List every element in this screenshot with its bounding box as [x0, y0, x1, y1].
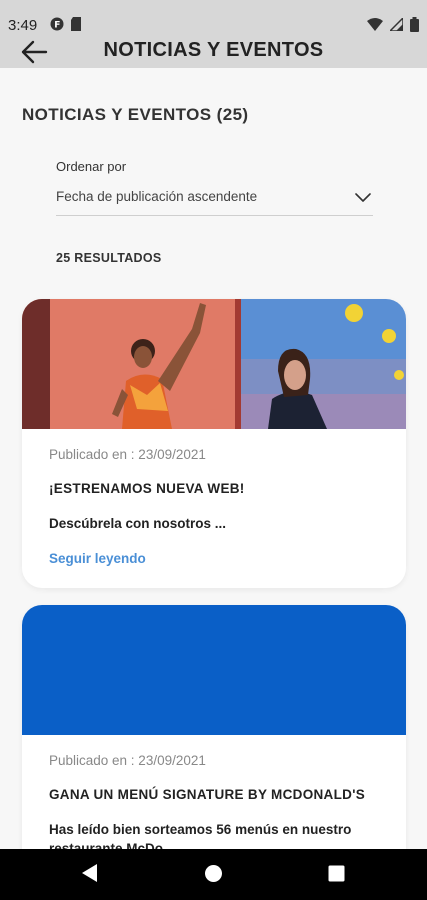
news-card-image: [22, 605, 406, 735]
sort-dropdown[interactable]: Fecha de publicación ascendente: [56, 184, 373, 216]
chevron-down-icon: [355, 190, 371, 208]
news-card-image: [22, 299, 406, 429]
read-more-link[interactable]: Seguir leyendo: [49, 551, 146, 566]
results-count: 25 RESULTADOS: [56, 251, 162, 265]
news-date: Publicado en : 23/09/2021: [49, 447, 206, 462]
sort-label: Ordenar por: [56, 159, 127, 174]
news-excerpt: Has leído bien sorteamos 56 menús en nue…: [49, 822, 352, 849]
nav-home-icon[interactable]: [204, 864, 223, 888]
wifi-icon: [367, 18, 383, 36]
app-notification-icon: F: [50, 17, 64, 36]
battery-icon: [410, 17, 419, 37]
page-title: NOTICIAS Y EVENTOS: [103, 39, 324, 61]
news-card[interactable]: Publicado en : 23/09/2021 GANA UN MENÚ S…: [22, 605, 406, 849]
signal-icon: [388, 16, 404, 36]
nav-back-icon[interactable]: [80, 863, 98, 888]
news-title: GANA UN MENÚ SIGNATURE BY MCDONALD'S: [49, 787, 366, 802]
section-heading: NOTICIAS Y EVENTOS (25): [22, 105, 249, 124]
status-time: 3:49: [8, 17, 38, 34]
news-date: Publicado en : 23/09/2021: [49, 753, 206, 768]
sort-selected-value: Fecha de publicación ascendente: [56, 189, 258, 204]
status-notification-icons: F: [50, 17, 82, 36]
nav-recents-icon[interactable]: [328, 865, 345, 887]
news-card[interactable]: Publicado en : 23/09/2021 ¡ESTRENAMOS NU…: [22, 299, 406, 588]
news-excerpt: Descúbrela con nosotros ...: [49, 516, 227, 531]
sim-card-icon: [70, 17, 82, 36]
system-navigation-bar: [0, 849, 427, 900]
svg-text:F: F: [54, 21, 60, 31]
app-header: 3:49 F NOTICIAS Y EVENTOS: [0, 0, 427, 68]
status-system-icons: [367, 16, 419, 37]
news-title: ¡ESTRENAMOS NUEVA WEB!: [49, 481, 245, 496]
news-list-content[interactable]: NOTICIAS Y EVENTOS (25) Ordenar por Fech…: [0, 68, 427, 849]
